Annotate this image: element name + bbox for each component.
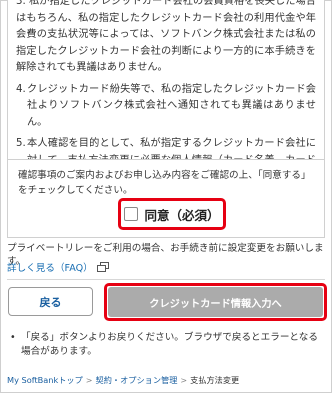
agree-checkbox-container[interactable]: 同意（必須） <box>118 198 226 230</box>
back-button[interactable]: 戻る <box>8 287 93 316</box>
faq-link-label[interactable]: 詳しく見る（FAQ） <box>7 260 93 274</box>
term-text: 3. 私が指定したクレジットカード会社の会員資格を喪失した場合はもちろん、私の指… <box>16 0 316 73</box>
agreement-section: 確認事項のご案内およびお申し込み内容をご確認の上、「同意する」をチェックしてくだ… <box>7 160 325 238</box>
breadcrumb-item-contract[interactable]: 契約・オプション管理 <box>96 374 178 386</box>
term-item-3: 3. 私が指定したクレジットカード会社の会員資格を喪失した場合はもちろん、私の指… <box>16 0 316 77</box>
term-number: 5. <box>16 138 26 149</box>
section-divider <box>7 279 325 280</box>
agreement-instruction: 確認事項のご案内およびお申し込み内容をご確認の上、「同意する」をチェックしてくだ… <box>18 170 311 196</box>
term-text: 本人確認を目的として、私が指定するクレジットカード会社に対して、支払方法変更に必… <box>27 138 316 160</box>
breadcrumb-separator: > <box>180 375 188 385</box>
breadcrumb-item-top[interactable]: My SoftBankトップ <box>7 374 83 386</box>
breadcrumb-separator: > <box>85 375 93 385</box>
note-bullet: • <box>10 332 16 343</box>
agree-checkbox[interactable] <box>124 207 139 221</box>
term-item-4: 4. クレジットカード紛失等で、私の指定したクレジットカード会社よりソフトバンク… <box>16 82 316 132</box>
credit-card-input-button[interactable]: クレジットカード情報入力へ <box>108 287 323 317</box>
faq-link[interactable]: 詳しく見る（FAQ） <box>7 260 109 274</box>
note-text: 「戻る」ボタンよりお戻りください。ブラウザで戻るとエラーとなる場合があります。 <box>21 332 318 357</box>
breadcrumb-item-current: 支払方法変更 <box>190 375 240 385</box>
term-text: クレジットカード紛失等で、私の指定したクレジットカード会社よりソフトバンク株式会… <box>27 83 316 128</box>
back-note: • 「戻る」ボタンよりお戻りください。ブラウザで戻るとエラーとなる場合があります… <box>10 331 325 359</box>
external-window-icon[interactable] <box>96 262 109 272</box>
terms-scroll-box[interactable]: 3. 私が指定したクレジットカード会社の会員資格を喪失した場合はもちろん、私の指… <box>7 0 325 160</box>
breadcrumb: My SoftBankトップ > 契約・オプション管理 > 支払方法変更 <box>7 374 239 386</box>
term-number: 4. <box>16 83 26 95</box>
term-item-5: 5. 本人確認を目的として、私が指定するクレジットカード会社に対して、支払方法変… <box>16 136 316 160</box>
agree-checkbox-label[interactable]: 同意（必須） <box>144 205 219 224</box>
